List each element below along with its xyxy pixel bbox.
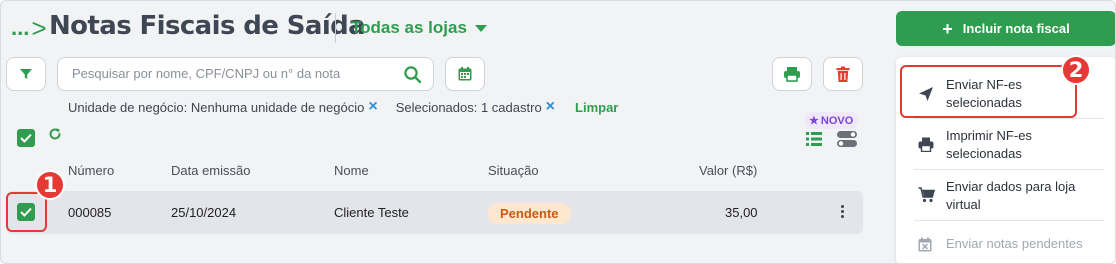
delete-button[interactable] — [823, 57, 863, 91]
calendar-icon — [458, 67, 472, 81]
printer-icon — [784, 67, 800, 82]
filter-chip: Unidade de negócio: Nenhuma unidade de n… — [68, 99, 378, 115]
filter-chip-label: Unidade de negócio: Nenhuma unidade de n… — [68, 99, 365, 115]
filter-icon — [20, 69, 32, 79]
column-header-data[interactable]: Data emissão — [171, 163, 250, 178]
search-icon[interactable] — [403, 65, 423, 85]
column-header-valor[interactable]: Valor (R$) — [699, 163, 757, 178]
breadcrumb-separator: > — [31, 13, 47, 43]
toggle-view-icon[interactable] — [837, 131, 857, 147]
printer-icon — [918, 137, 934, 152]
filter-chip-label: Selecionados: 1 cadastro — [395, 99, 542, 115]
plus-icon: + — [942, 18, 953, 39]
active-filters: Unidade de negócio: Nenhuma unidade de n… — [68, 99, 618, 115]
breadcrumb[interactable]: ... > — [11, 15, 47, 41]
new-feature-badge: ★ NOVO — [804, 112, 859, 129]
menu-item-send-store[interactable]: Enviar dados para loja virtual — [896, 178, 1115, 218]
calendar-x-icon — [918, 237, 932, 252]
date-filter-button[interactable] — [445, 57, 485, 91]
menu-divider — [914, 118, 1104, 119]
close-icon[interactable]: × — [368, 99, 377, 115]
select-all-checkbox[interactable] — [17, 129, 35, 147]
filter-button[interactable] — [6, 57, 46, 91]
menu-item-label: Enviar notas pendentes — [946, 236, 1083, 251]
cell-numero: 000085 — [68, 205, 112, 220]
cell-nome: Cliente Teste — [334, 205, 409, 220]
trash-icon — [836, 66, 850, 82]
clear-filters-link[interactable]: Limpar — [575, 100, 618, 115]
app-frame: ... > Notas Fiscais de Saída Todas as lo… — [0, 0, 1116, 264]
column-header-nome[interactable]: Nome — [334, 163, 369, 178]
list-view-icon[interactable] — [806, 131, 822, 147]
star-icon: ★ — [809, 115, 819, 127]
refresh-icon[interactable] — [48, 127, 62, 141]
step-marker-2: 2 — [1061, 55, 1091, 85]
page-title: Notas Fiscais de Saída — [49, 11, 366, 41]
highlight-box-checkbox — [6, 192, 47, 232]
title-divider — [335, 13, 336, 43]
menu-divider — [914, 220, 1104, 221]
menu-item-print-selected[interactable]: Imprimir NF-es selecionadas — [896, 127, 1115, 167]
chevron-down-icon — [474, 24, 487, 32]
menu-divider — [914, 169, 1104, 170]
search-box[interactable] — [57, 57, 434, 91]
status-badge: Pendente — [488, 203, 571, 224]
menu-item-send-pending: Enviar notas pendentes — [896, 235, 1115, 257]
store-selector-label: Todas as lojas — [351, 18, 467, 37]
menu-item-label: Enviar dados para loja virtual — [946, 179, 1076, 212]
store-selector[interactable]: Todas as lojas — [351, 18, 487, 38]
add-invoice-label: Incluir nota fiscal — [962, 21, 1070, 36]
cell-data: 25/10/2024 — [171, 205, 237, 220]
breadcrumb-dots[interactable]: ... — [11, 15, 29, 41]
print-button[interactable] — [772, 57, 812, 91]
new-badge-label: NOVO — [820, 114, 854, 127]
column-header-numero[interactable]: Número — [68, 163, 114, 178]
cell-valor: 35,00 — [725, 205, 758, 220]
add-invoice-button[interactable]: + Incluir nota fiscal — [896, 11, 1115, 46]
menu-item-label: Imprimir NF-es selecionadas — [946, 128, 1032, 161]
row-actions-icon[interactable] — [841, 205, 844, 218]
search-input[interactable] — [72, 66, 392, 81]
step-marker-1: 1 — [35, 170, 65, 200]
close-icon[interactable]: × — [546, 99, 555, 115]
cart-icon — [918, 187, 935, 203]
column-header-situacao[interactable]: Situação — [488, 163, 539, 178]
filter-chip: Selecionados: 1 cadastro × — [396, 99, 555, 115]
highlight-box-send-selected — [900, 65, 1077, 118]
check-icon — [20, 133, 32, 143]
